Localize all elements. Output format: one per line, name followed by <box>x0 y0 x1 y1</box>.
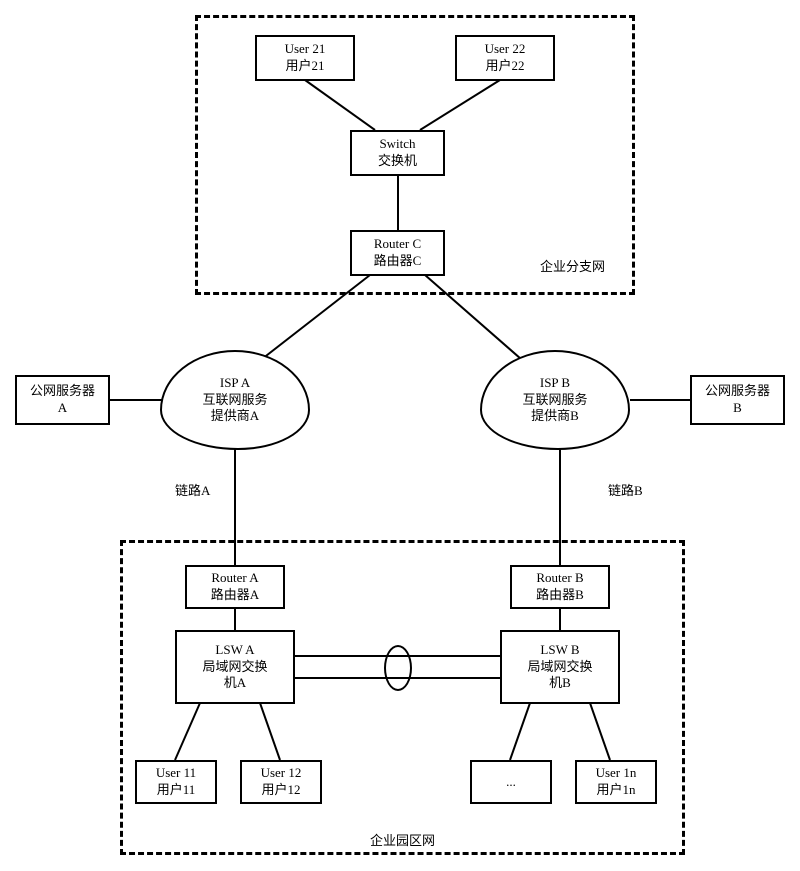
lsw-a-en: LSW A <box>215 642 254 659</box>
router-b-zh: 路由器B <box>536 587 584 604</box>
user11-zh: 用户11 <box>157 782 196 799</box>
user1n-zh: 用户1n <box>596 782 635 799</box>
user1n-en: User 1n <box>596 765 637 782</box>
server-a-line1: 公网服务器 <box>30 383 95 400</box>
isp-b-en: ISP B <box>540 375 570 392</box>
lsw-a-zh1: 局域网交换 <box>202 659 267 676</box>
router-a-zh: 路由器A <box>211 587 259 604</box>
user12-en: User 12 <box>261 765 302 782</box>
lsw-b-en: LSW B <box>540 642 579 659</box>
link-a-label: 链路A <box>175 480 210 499</box>
isp-a-en: ISP A <box>220 375 250 392</box>
users-ellipsis-box: ... <box>470 760 552 804</box>
lsw-b-zh2: 机B <box>549 675 571 692</box>
lsw-b-zh1: 局域网交换 <box>527 659 592 676</box>
router-a-box: Router A 路由器A <box>185 565 285 609</box>
user11-box: User 11 用户11 <box>135 760 217 804</box>
user21-box: User 21 用户21 <box>255 35 355 81</box>
switch-zh: 交换机 <box>378 153 417 170</box>
branch-network-label: 企业分支网 <box>540 256 605 275</box>
router-a-en: Router A <box>211 570 258 587</box>
user11-en: User 11 <box>156 765 196 782</box>
public-server-a-box: 公网服务器 A <box>15 375 110 425</box>
user22-zh: 用户22 <box>485 58 524 75</box>
user22-en: User 22 <box>485 41 526 58</box>
isp-b-zh2: 提供商B <box>531 408 579 425</box>
router-c-box: Router C 路由器C <box>350 230 445 276</box>
user12-box: User 12 用户12 <box>240 760 322 804</box>
lsw-a-zh2: 机A <box>224 675 246 692</box>
users-ellipsis: ... <box>506 774 516 791</box>
server-b-line2: B <box>733 400 742 417</box>
user12-zh: 用户12 <box>261 782 300 799</box>
link-aggregation-icon <box>384 645 412 691</box>
user21-en: User 21 <box>285 41 326 58</box>
isp-a-cloud: ISP A 互联网服务 提供商A <box>160 350 310 450</box>
router-b-box: Router B 路由器B <box>510 565 610 609</box>
router-c-en: Router C <box>374 236 421 253</box>
isp-b-cloud: ISP B 互联网服务 提供商B <box>480 350 630 450</box>
isp-a-zh2: 提供商A <box>211 408 259 425</box>
switch-en: Switch <box>379 136 415 153</box>
server-b-line1: 公网服务器 <box>705 383 770 400</box>
campus-network-label: 企业园区网 <box>370 830 435 849</box>
switch-box: Switch 交换机 <box>350 130 445 176</box>
isp-a-zh1: 互联网服务 <box>202 392 267 409</box>
link-b-label: 链路B <box>608 480 643 499</box>
router-c-zh: 路由器C <box>374 253 422 270</box>
user21-zh: 用户21 <box>285 58 324 75</box>
server-a-line2: A <box>58 400 67 417</box>
lsw-b-box: LSW B 局域网交换 机B <box>500 630 620 704</box>
public-server-b-box: 公网服务器 B <box>690 375 785 425</box>
isp-b-zh1: 互联网服务 <box>522 392 587 409</box>
user22-box: User 22 用户22 <box>455 35 555 81</box>
user1n-box: User 1n 用户1n <box>575 760 657 804</box>
router-b-en: Router B <box>536 570 583 587</box>
lsw-a-box: LSW A 局域网交换 机A <box>175 630 295 704</box>
